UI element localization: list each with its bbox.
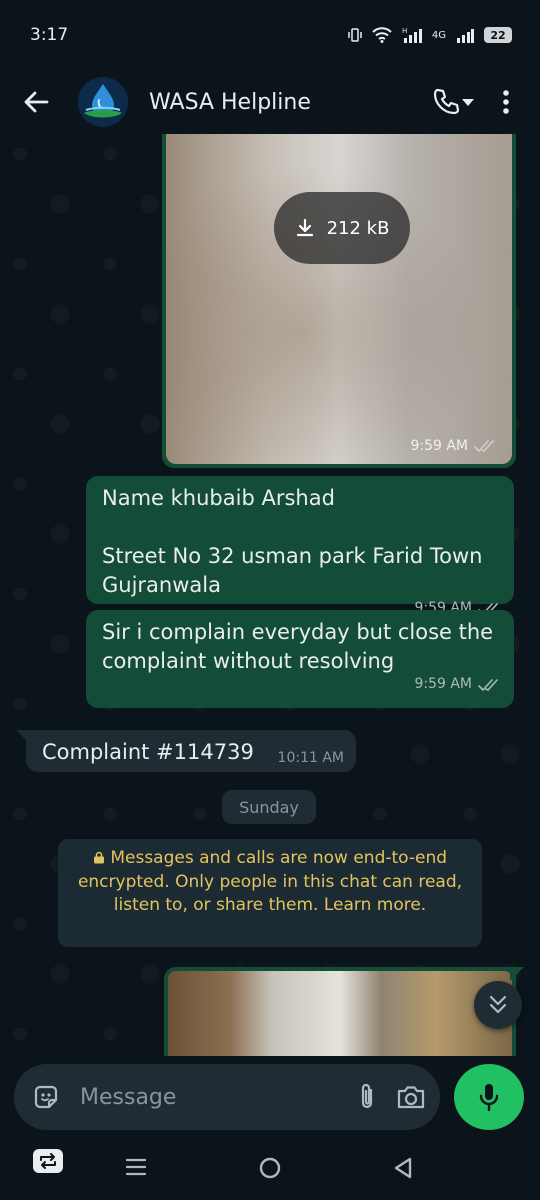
- back-button[interactable]: [8, 74, 64, 130]
- image-thumbnail[interactable]: [168, 971, 512, 1056]
- battery-level: 22: [490, 28, 506, 42]
- signal-icon: H: [402, 27, 422, 43]
- camera-icon: [397, 1086, 425, 1109]
- system-back-button[interactable]: [392, 1156, 414, 1184]
- message-input[interactable]: [80, 1084, 354, 1110]
- camera-button[interactable]: [396, 1075, 426, 1119]
- message-text: Name khubaib Arshad Street No 32 usman p…: [102, 486, 483, 597]
- rotate-button[interactable]: [32, 1148, 64, 1174]
- attach-button[interactable]: [354, 1075, 380, 1119]
- more-options-button[interactable]: [486, 80, 526, 124]
- water-drop-logo-icon: [78, 77, 128, 127]
- image-message[interactable]: 212 kB 9:59 AM: [162, 134, 516, 468]
- system-nav-bar: [0, 1140, 540, 1200]
- message-meta: 9:59 AM: [410, 438, 496, 454]
- network-type: 4G: [431, 29, 446, 41]
- status-time: 3:17: [30, 25, 69, 45]
- double-check-icon: [474, 440, 494, 453]
- home-circle-icon: [259, 1157, 281, 1179]
- image-message[interactable]: [164, 967, 516, 1056]
- arrow-left-icon: [24, 91, 49, 113]
- lock-icon: [93, 851, 104, 864]
- svg-text:H: H: [402, 27, 407, 35]
- contact-name[interactable]: WASA Helpline: [149, 90, 424, 115]
- sticker-button[interactable]: [32, 1075, 60, 1119]
- encryption-text: Messages and calls are now end-to-end en…: [77, 848, 463, 915]
- download-button[interactable]: 212 kB: [274, 192, 410, 264]
- download-icon: [296, 218, 313, 237]
- date-separator: Sunday: [222, 790, 316, 824]
- vibrate-icon: [348, 28, 362, 42]
- message-composer: [14, 1064, 440, 1130]
- phone-icon: [433, 88, 460, 115]
- voice-message-button[interactable]: [454, 1064, 524, 1130]
- message-text: Sir i complain everyday but close the co…: [102, 620, 494, 673]
- battery-icon: 22: [484, 27, 512, 43]
- avatar[interactable]: [78, 77, 128, 127]
- message-time: 9:59 AM: [414, 676, 472, 692]
- message-time: 9:59 AM: [410, 438, 468, 454]
- image-thumbnail[interactable]: 212 kB 9:59 AM: [166, 134, 512, 464]
- double-check-icon: [478, 678, 498, 691]
- microphone-icon: [479, 1084, 499, 1112]
- outgoing-message[interactable]: Name khubaib Arshad Street No 32 usman p…: [86, 476, 514, 616]
- wifi-icon: [372, 27, 392, 43]
- chat-area[interactable]: 212 kB 9:59 AM Name khubaib Arshad Stree…: [0, 134, 540, 1056]
- back-triangle-icon: [394, 1157, 412, 1179]
- header-actions: [424, 80, 526, 124]
- recent-apps-button[interactable]: [124, 1156, 148, 1182]
- call-button[interactable]: [424, 80, 482, 124]
- bubble-tail: [510, 967, 524, 981]
- scroll-to-bottom-button[interactable]: [474, 981, 522, 1029]
- status-bar: 3:17 H 4G 22: [0, 0, 540, 70]
- menu-icon: [125, 1158, 147, 1176]
- message-text: Complaint #114739: [42, 740, 254, 764]
- encryption-notice[interactable]: Messages and calls are now end-to-end en…: [58, 839, 482, 947]
- download-size: 212 kB: [326, 217, 390, 239]
- outgoing-message[interactable]: Sir i complain everyday but close the co…: [86, 610, 514, 708]
- message-time: 10:11 AM: [277, 750, 344, 766]
- sticker-icon: [34, 1085, 58, 1109]
- caret-down-icon: [462, 99, 474, 106]
- double-chevron-down-icon: [489, 995, 507, 1014]
- paperclip-icon: [361, 1083, 373, 1109]
- more-vertical-icon: [503, 90, 509, 114]
- status-icons: H 4G 22: [348, 27, 512, 43]
- rotate-icon: [33, 1149, 63, 1173]
- signal-icon-2: [457, 29, 474, 43]
- home-button[interactable]: [258, 1156, 282, 1184]
- chat-header: WASA Helpline: [0, 70, 540, 134]
- incoming-message[interactable]: Complaint #114739 10:11 AM: [26, 730, 356, 772]
